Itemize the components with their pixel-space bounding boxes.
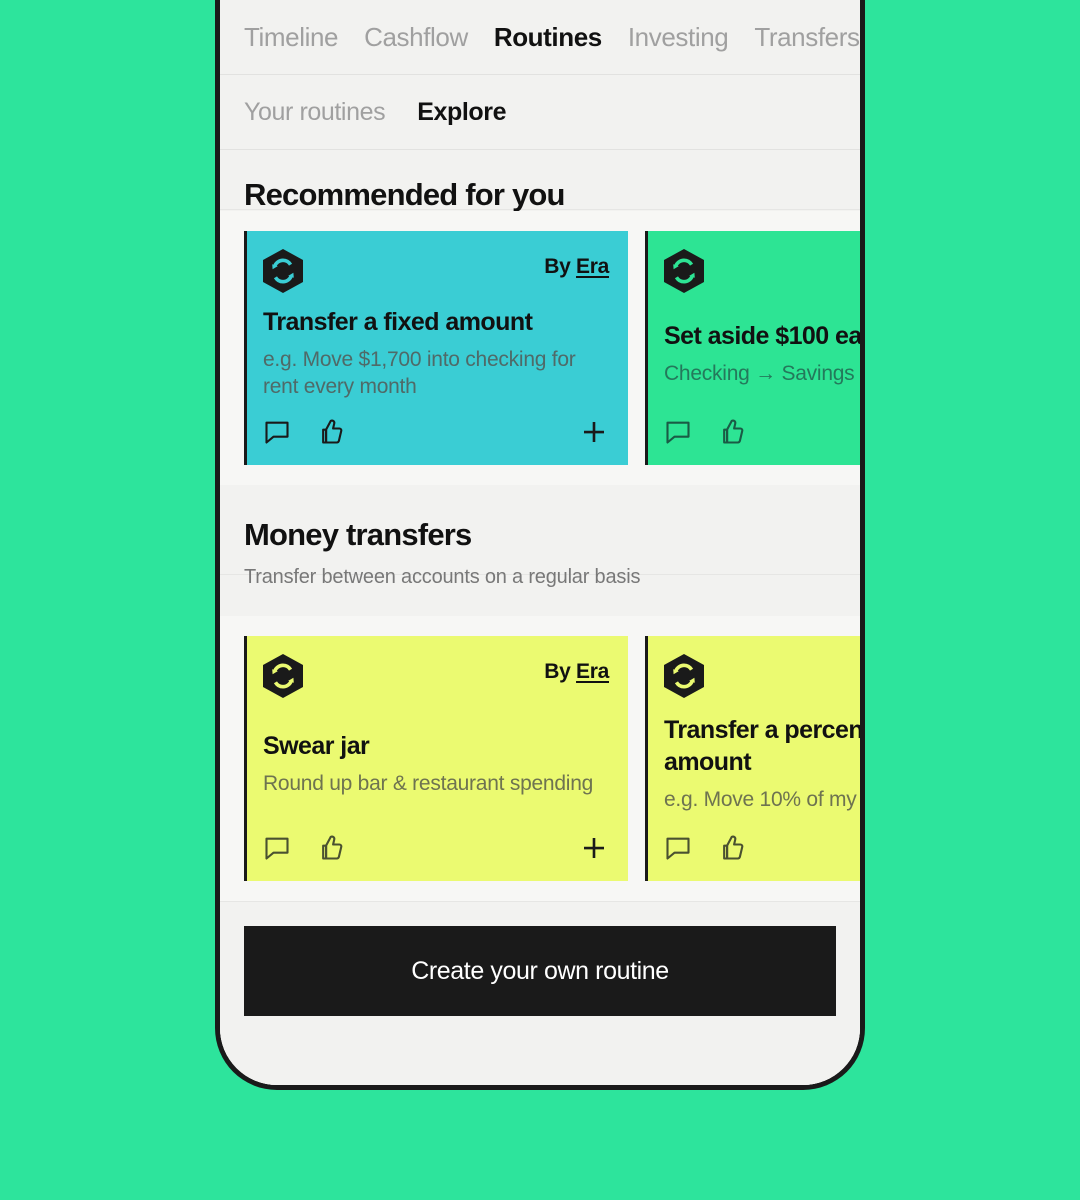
comment-icon[interactable] (664, 834, 692, 862)
add-routine-icon[interactable] (579, 833, 609, 863)
card-title: Swear jar (263, 732, 370, 761)
thumbs-up-icon[interactable] (315, 834, 343, 862)
card-title: Transfer a fixed amount (263, 307, 533, 336)
card-byline: By Era (544, 654, 609, 684)
card-title: Transfer a percentage based amount (664, 716, 860, 777)
thumbs-up-icon[interactable] (716, 834, 744, 862)
card-body: Set aside $100 each month Checking → Sav… (664, 321, 860, 387)
card-header: By Era (263, 249, 609, 293)
card-description: e.g. Move $1,700 into checking for rent … (263, 347, 576, 399)
tab-investing[interactable]: Investing (628, 22, 729, 53)
byline-prefix: By (544, 660, 577, 683)
sync-hexagon-icon (263, 249, 303, 293)
thumbs-up-icon[interactable] (716, 418, 744, 446)
byline-author-link[interactable]: Era (576, 255, 609, 278)
card-rail-recommended[interactable]: By Era Transfer a fixed amount e.g. Move… (220, 211, 860, 485)
byline-prefix: By (544, 255, 577, 278)
comment-icon[interactable] (664, 418, 692, 446)
section-title: Recommended for you (244, 177, 565, 212)
card-rail-money-transfers[interactable]: By Era Swear jar Round up bar & restaura… (220, 616, 860, 901)
card-body: Transfer a fixed amount e.g. Move $1,700… (263, 307, 609, 401)
card-description: Round up bar & restaurant spending (263, 772, 594, 796)
add-routine-icon[interactable] (579, 417, 609, 447)
sync-hexagon-icon (263, 654, 303, 698)
card-header: By Era (263, 654, 609, 698)
card-description: Checking → Savings (664, 361, 855, 385)
tab-timeline[interactable]: Timeline (244, 22, 338, 53)
card-body: Transfer a percentage based amount e.g. … (664, 715, 860, 813)
card-description: e.g. Move 10% of my income (664, 787, 860, 811)
main-tab-bar: Timeline Cashflow Routines Investing Tra… (220, 0, 860, 75)
routine-card[interactable]: By Era Transfer a fixed amount e.g. Move… (244, 231, 628, 465)
card-actions (664, 831, 860, 865)
thumbs-up-icon[interactable] (315, 418, 343, 446)
tab-routines[interactable]: Routines (494, 22, 602, 53)
create-your-own-routine-button[interactable]: Create your own routine (244, 926, 836, 1016)
routine-card[interactable]: Transfer a percentage based amount e.g. … (645, 636, 860, 881)
card-header (664, 654, 860, 698)
card-header (664, 249, 860, 293)
routine-card[interactable]: Set aside $100 each month Checking → Sav… (645, 231, 860, 465)
card-actions (263, 415, 609, 449)
comment-icon[interactable] (263, 834, 291, 862)
section-header-recommended: Recommended for you (220, 150, 860, 212)
sync-hexagon-icon (664, 249, 704, 293)
tab-cashflow[interactable]: Cashflow (364, 22, 468, 53)
card-body: Swear jar Round up bar & restaurant spen… (263, 731, 609, 797)
sync-hexagon-icon (664, 654, 704, 698)
card-actions (263, 831, 609, 865)
card-title: Set aside $100 each month (664, 321, 860, 350)
sub-tab-bar: Your routines Explore (220, 75, 860, 150)
byline-author-link[interactable]: Era (576, 660, 609, 683)
cta-container: Create your own routine (220, 901, 860, 1085)
section-title: Money transfers (244, 517, 472, 552)
tab-transfers[interactable]: Transfers (754, 22, 860, 53)
phone-screen: Timeline Cashflow Routines Investing Tra… (220, 0, 860, 1085)
card-byline: By Era (544, 249, 609, 279)
phone-frame: Timeline Cashflow Routines Investing Tra… (215, 0, 865, 1090)
subtab-explore[interactable]: Explore (417, 98, 506, 127)
card-actions (664, 415, 860, 449)
section-subtitle: Transfer between accounts on a regular b… (244, 566, 641, 589)
section-header-money-transfers: Money transfers Transfer between account… (220, 485, 860, 588)
routine-card[interactable]: By Era Swear jar Round up bar & restaura… (244, 636, 628, 881)
comment-icon[interactable] (263, 418, 291, 446)
subtab-your-routines[interactable]: Your routines (244, 98, 386, 127)
